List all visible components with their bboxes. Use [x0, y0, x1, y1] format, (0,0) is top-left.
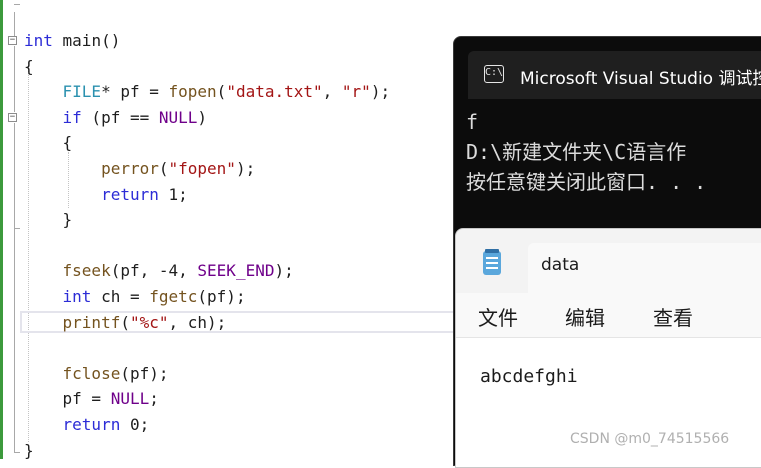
code-token: int: [62, 287, 92, 306]
notepad-menubar: 文件 编辑 查看: [456, 293, 761, 337]
code-line: }: [24, 210, 73, 230]
outline-line: [14, 123, 15, 453]
code-token: pf =: [24, 389, 111, 409]
code-token: );: [235, 159, 256, 178]
code-token: ): [197, 107, 208, 127]
terminal-icon: C:\: [484, 65, 504, 83]
console-title-tab[interactable]: C:\ Microsoft Visual Studio 调试控制台: [468, 51, 761, 99]
code-token: int: [24, 31, 53, 50]
menu-file[interactable]: 文件: [478, 302, 518, 331]
code-token: return: [101, 184, 159, 204]
code-token: }: [24, 210, 73, 230]
code-line: }: [24, 441, 34, 461]
code-token: fclose: [62, 363, 121, 383]
code-token: (: [216, 82, 227, 102]
outline-line: [14, 46, 15, 112]
code-token: NULL: [158, 107, 198, 127]
console-output-line: D:\新建文件夹\C语言作: [466, 140, 687, 164]
code-token: if: [62, 107, 82, 127]
notepad-content: abcdefghi: [480, 366, 578, 387]
code-token: (pf ==: [81, 107, 159, 127]
outline-tick: [14, 4, 20, 5]
code-token: "%c": [129, 312, 169, 332]
menu-edit[interactable]: 编辑: [565, 302, 605, 331]
code-token: , ch);: [168, 312, 227, 332]
collapse-main-icon[interactable]: −: [8, 36, 17, 45]
code-token: * pf =: [101, 82, 169, 102]
code-token: (: [158, 159, 169, 178]
code-token: 1;: [158, 184, 188, 204]
outline-tick: [14, 228, 20, 229]
code-token: (pf);: [120, 363, 169, 383]
code-token: SEEK_END: [197, 261, 275, 281]
code-token: (: [120, 312, 130, 332]
code-line: perror("fopen");: [24, 159, 255, 179]
change-indicator-bar: [0, 0, 3, 459]
code-token: fseek: [62, 261, 111, 281]
code-line: if (pf == NULL): [24, 107, 208, 128]
notepad-title: data: [541, 255, 580, 275]
watermark: CSDN @m0_74515566: [570, 431, 730, 447]
code-line: int ch = fgetc(pf);: [24, 287, 246, 307]
collapse-if-icon[interactable]: −: [8, 113, 17, 122]
code-token: "r": [341, 82, 371, 102]
code-token: "data.txt": [226, 82, 323, 102]
code-token: NULL: [110, 389, 150, 409]
code-token: return: [62, 415, 121, 434]
code-token: ;: [149, 389, 159, 409]
code-token: ch =: [91, 287, 150, 306]
code-line: fseek(pf, -4, SEEK_END);: [24, 261, 294, 281]
code-line: printf("%c", ch);: [24, 312, 227, 333]
code-line: return 0;: [24, 415, 150, 435]
code-line: FILE* pf = fopen("data.txt", "r");: [24, 82, 391, 102]
code-line: pf = NULL;: [24, 389, 159, 409]
console-output-line: 按任意键关闭此窗口. . .: [466, 170, 707, 194]
code-line: {: [24, 133, 73, 153]
code-line: fclose(pf);: [24, 364, 169, 384]
console-output-line: f: [466, 110, 479, 134]
code-token: (pf);: [197, 287, 246, 306]
code-token: printf: [62, 312, 121, 332]
code-line: {: [24, 57, 34, 77]
code-line: return 1;: [24, 185, 188, 205]
code-token: FILE: [62, 82, 102, 102]
code-token: (pf, -4,: [110, 261, 198, 281]
notepad-text-area[interactable]: abcdefghi: [456, 337, 761, 467]
code-line: int main(): [24, 31, 120, 51]
code-token: }: [24, 440, 34, 460]
code-token: {: [24, 56, 34, 76]
outline-tick: [14, 452, 20, 453]
console-title: Microsoft Visual Studio 调试控制台: [520, 69, 761, 89]
code-token: );: [274, 261, 294, 281]
code-token: 0;: [120, 415, 150, 434]
menu-view[interactable]: 查看: [653, 302, 693, 331]
code-token: fopen: [168, 82, 217, 102]
code-token: perror: [101, 159, 159, 178]
code-token: "fopen": [168, 159, 236, 178]
code-token: main(): [52, 31, 121, 50]
notepad-icon: [483, 249, 501, 275]
code-token: );: [370, 82, 391, 102]
code-token: {: [24, 133, 73, 153]
code-token: ,: [322, 82, 342, 102]
code-token: fgetc: [149, 287, 198, 306]
